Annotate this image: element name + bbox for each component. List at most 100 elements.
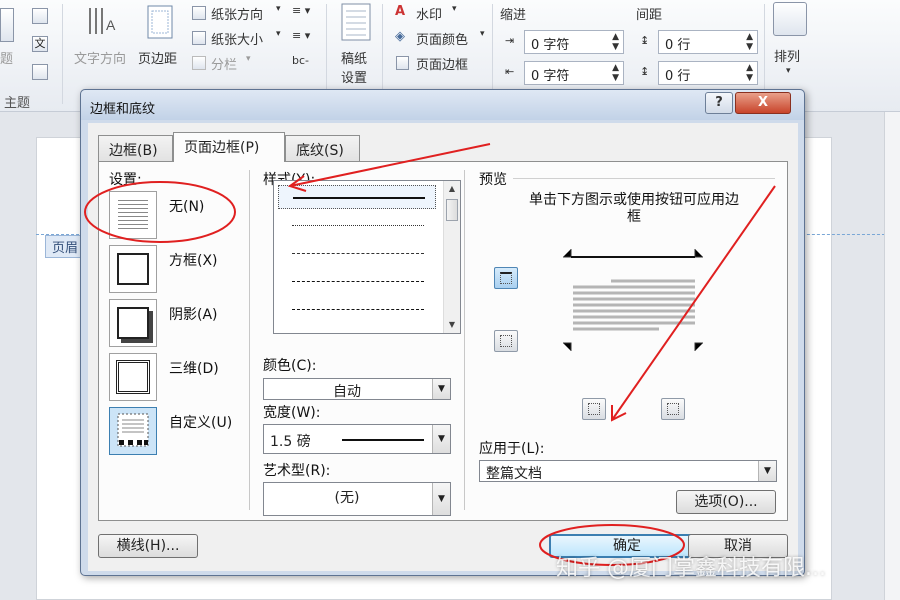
style-item-dashed[interactable] [278, 269, 436, 293]
spacing-before-value: 0 行 [665, 38, 691, 53]
setting-3d-icon[interactable] [109, 353, 157, 401]
style-scrollbar[interactable]: ▲ ▼ [443, 181, 460, 333]
arrange-icon[interactable] [773, 2, 807, 36]
paper-size-icon [192, 31, 206, 45]
breaks-icon[interactable]: ≡ ▾ [292, 4, 310, 17]
apply-to-value: 整篇文档 [486, 466, 542, 482]
color-dropdown-arrow[interactable]: ▼ [432, 379, 450, 399]
options-button[interactable]: 选项(O)... [676, 490, 776, 514]
manuscript-button-line1[interactable]: 稿纸 [341, 48, 367, 67]
preview-label: 预览 [479, 172, 507, 188]
page-color-dropdown-arrow[interactable]: ▾ [480, 29, 485, 39]
page-border-button[interactable]: 页面边框 [416, 54, 468, 73]
spacing-after-spinner[interactable]: 0 行 ▲ ▼ [658, 61, 758, 85]
margins-button[interactable]: 页边距 [138, 48, 177, 67]
spacing-before-icon: ↨ [640, 34, 650, 47]
close-button[interactable]: X [735, 92, 791, 114]
bottom-border-button[interactable] [494, 330, 518, 352]
art-dropdown-arrow[interactable]: ▼ [432, 483, 450, 515]
indent-left-value: 0 字符 [531, 38, 570, 53]
indent-left-spinner[interactable]: 0 字符 ▲ ▼ [524, 30, 624, 54]
spacing-after-icon: ↨ [640, 65, 650, 78]
text-direction-icon[interactable]: A [86, 4, 120, 40]
art-label: 艺术型(R): [263, 463, 331, 479]
setting-none-label[interactable]: 无(N) [169, 196, 204, 216]
page-color-button[interactable]: 页面颜色 [416, 29, 468, 48]
settings-label: 设置: [109, 172, 142, 188]
tab-page-border[interactable]: 页面边框(P) [173, 132, 285, 162]
columns-dropdown-arrow[interactable]: ▾ [246, 54, 251, 64]
setting-3d-label[interactable]: 三维(D) [169, 358, 219, 378]
manuscript-button-line2[interactable]: 设置 [341, 67, 367, 86]
theme-colors-icon[interactable] [32, 8, 48, 24]
scroll-down-arrow[interactable]: ▼ [444, 317, 460, 333]
spacing-before-spinner[interactable]: 0 行 ▲ ▼ [658, 30, 758, 54]
text-direction-button[interactable]: 文字方向 [74, 48, 126, 67]
indent-label: 缩进 [500, 8, 527, 23]
right-border-button[interactable] [661, 398, 685, 420]
indent-right-icon: ⇤ [505, 65, 515, 78]
setting-custom-icon[interactable] [109, 407, 157, 455]
art-value: (无) [334, 490, 360, 506]
columns-button[interactable]: 分栏 [211, 54, 237, 73]
indent-right-spinner[interactable]: 0 字符 ▲ ▼ [524, 61, 624, 85]
style-item-dashed-short[interactable] [278, 241, 436, 265]
style-listbox[interactable]: ▲ ▼ [273, 180, 461, 334]
scroll-up-arrow[interactable]: ▲ [444, 181, 460, 197]
line-numbers-icon[interactable]: ≡ ▾ [292, 29, 310, 42]
setting-shadow-label[interactable]: 阴影(A) [169, 304, 218, 324]
art-combo[interactable]: (无) ▼ [263, 482, 451, 516]
setting-shadow-icon[interactable] [109, 299, 157, 347]
apply-to-combo[interactable]: 整篇文档 ▼ [479, 460, 777, 482]
tab-borders[interactable]: 边框(B) [98, 135, 173, 161]
apply-to-dropdown-arrow[interactable]: ▼ [758, 461, 776, 481]
preview-diagram[interactable] [559, 247, 709, 357]
doc-icon-char: 文 [34, 37, 46, 50]
spinner-arrows[interactable]: ▲ ▼ [746, 63, 753, 83]
setting-box-icon[interactable] [109, 245, 157, 293]
tab-shading[interactable]: 底纹(S) [285, 135, 360, 161]
dialog-titlebar[interactable]: 边框和底纹 ? X [81, 90, 804, 120]
theme-label-partial[interactable]: 题 [0, 48, 13, 67]
color-combo[interactable]: 自动 ▼ [263, 378, 451, 400]
width-combo[interactable]: 1.5 磅 ▼ [263, 424, 451, 454]
arrange-dropdown-arrow[interactable]: ▾ [786, 66, 791, 76]
margins-icon[interactable] [146, 4, 174, 40]
horizontal-line-button[interactable]: 横线(H)... [98, 534, 198, 558]
width-dropdown-arrow[interactable]: ▼ [432, 425, 450, 453]
spinner-arrows[interactable]: ▲ ▼ [746, 32, 753, 52]
apply-to-label: 应用于(L): [479, 441, 545, 457]
spinner-arrows[interactable]: ▲ ▼ [612, 63, 619, 83]
spinner-arrows[interactable]: ▲ ▼ [612, 32, 619, 52]
preview-hint: 单击下方图示或使用按钮可应用边框 [529, 192, 739, 225]
watermark-button[interactable]: 水印 [416, 4, 442, 23]
help-button[interactable]: ? [705, 92, 733, 114]
setting-custom-label[interactable]: 自定义(U) [169, 412, 232, 432]
width-label: 宽度(W): [263, 405, 321, 421]
watermark-dropdown-arrow[interactable]: ▾ [452, 4, 457, 14]
arrange-button[interactable]: 排列 [774, 46, 800, 65]
theme-fonts-icon[interactable]: 文 [32, 36, 48, 52]
style-item-solid[interactable] [278, 185, 436, 209]
top-border-button[interactable] [494, 267, 518, 289]
style-item-dash-dot[interactable] [278, 297, 436, 321]
scroll-thumb[interactable] [446, 199, 458, 221]
paper-size-button[interactable]: 纸张大小 [211, 29, 263, 48]
setting-none-icon[interactable] [109, 191, 157, 239]
setting-box-label[interactable]: 方框(X) [169, 250, 218, 270]
width-value: 1.5 磅 [270, 434, 311, 450]
style-item-dotted[interactable] [278, 213, 436, 237]
columns-icon [192, 56, 206, 70]
theme-icon[interactable] [0, 8, 14, 42]
dialog-client: 边框(B) 页面边框(P) 底纹(S) 设置: 无(N) 方框(X) 阴影(A)… [88, 123, 798, 571]
paper-orientation-button[interactable]: 纸张方向 [211, 4, 263, 23]
theme-effects-icon[interactable] [32, 64, 48, 80]
hyphenation-icon[interactable]: bc- [292, 54, 309, 67]
orientation-dropdown-arrow[interactable]: ▾ [276, 4, 281, 14]
left-border-button[interactable] [582, 398, 606, 420]
borders-shading-dialog: 边框和底纹 ? X 边框(B) 页面边框(P) 底纹(S) 设置: 无(N) 方… [80, 89, 805, 576]
manuscript-icon[interactable] [340, 2, 372, 42]
spacing-label: 间距 [636, 8, 663, 23]
indent-left-icon: ⇥ [505, 34, 515, 47]
size-dropdown-arrow[interactable]: ▾ [276, 29, 281, 39]
